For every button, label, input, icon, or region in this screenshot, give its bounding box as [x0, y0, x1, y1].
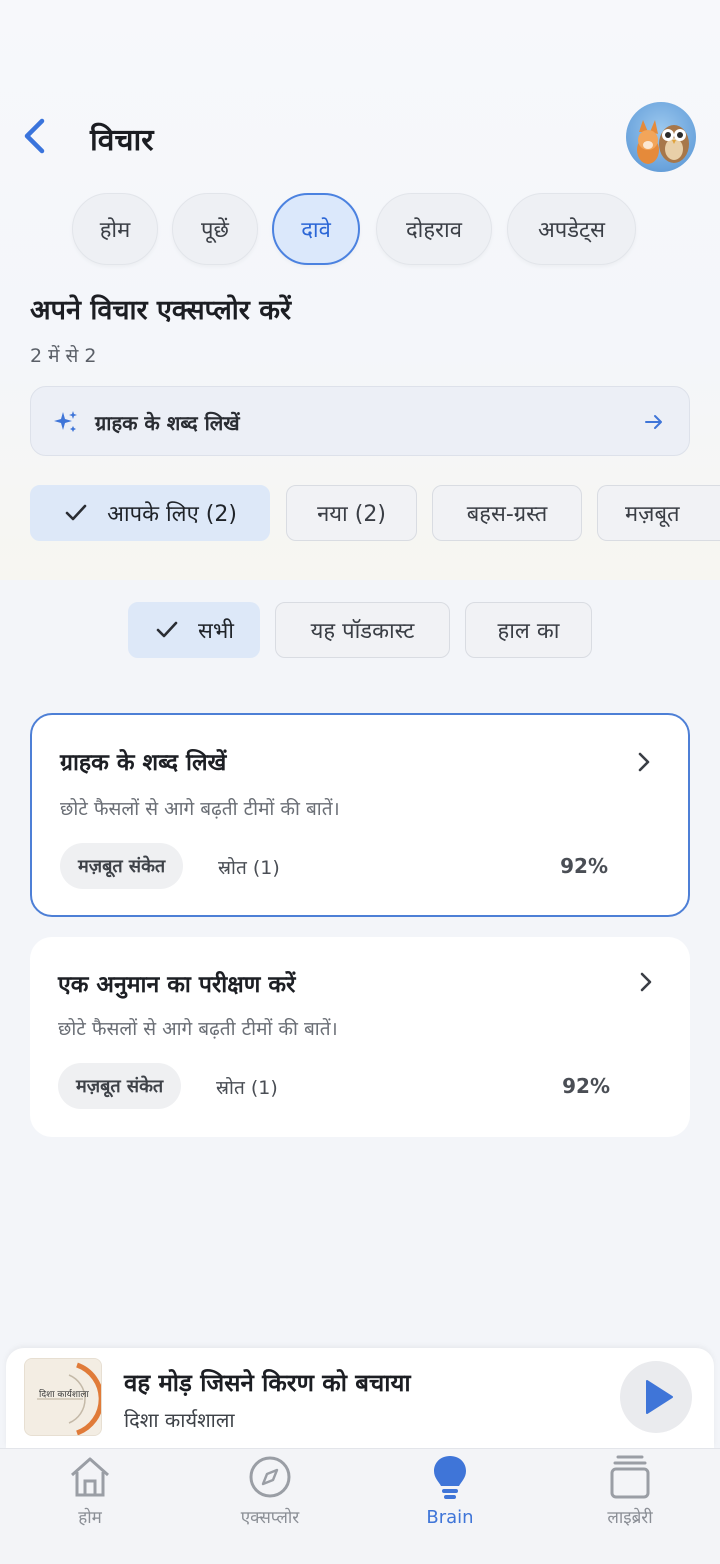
section-title: अपने विचार एक्सप्लोर करें [30, 295, 291, 326]
compass-icon [249, 1456, 291, 1498]
nav-explore-label: एक्सप्लोर [240, 1508, 300, 1528]
episode-cover: दिशा कार्यशाला [24, 1358, 102, 1436]
card-description: छोटे फैसलों से आगे बढ़ती टीमों की बातें। [58, 1018, 338, 1040]
source-link[interactable]: स्रोत (1) [218, 854, 280, 880]
filter-debated[interactable]: बहस-ग्रस्त [432, 485, 582, 541]
avatar-illustration [637, 120, 689, 164]
card-description: छोटे फैसलों से आगे बढ़ती टीमों की बातें। [60, 798, 340, 820]
nav-brain[interactable]: Brain [380, 1449, 520, 1549]
podcast-name: दिशा कार्यशाला [124, 1408, 235, 1432]
nav-home-label: होम [78, 1508, 102, 1528]
check-icon [65, 504, 87, 521]
cover-text: दिशा कार्यशाला [39, 1390, 89, 1400]
nav-library[interactable]: लाइब्रेरी [560, 1449, 700, 1549]
card-title: ग्राहक के शब्द लिखें [60, 750, 227, 776]
tab-home[interactable]: होम [72, 193, 158, 265]
play-icon [646, 1380, 673, 1414]
scope-recent[interactable]: हाल का [465, 602, 592, 658]
source-link[interactable]: स्रोत (1) [216, 1074, 278, 1100]
tab-review[interactable]: दोहराव [376, 193, 492, 265]
tab-claims[interactable]: दावे [272, 193, 360, 265]
play-button[interactable] [620, 1361, 692, 1433]
episode-title: वह मोड़ जिसने किरण को बचाया [124, 1369, 411, 1397]
idea-prompt-bar[interactable]: ग्राहक के शब्द लिखें [30, 386, 690, 456]
avatar[interactable] [626, 102, 696, 172]
tab-updates[interactable]: अपडेट्स [507, 193, 636, 265]
scope-all-label: सभी [197, 619, 235, 644]
home-icon [71, 1457, 109, 1497]
arrow-right-icon[interactable] [643, 411, 665, 433]
library-icon [610, 1455, 650, 1499]
tab-bar: होम पूछें दावे दोहराव अपडेट्स [0, 193, 720, 265]
nav-brain-label: Brain [426, 1507, 474, 1528]
card-title: एक अनुमान का परीक्षण करें [58, 972, 296, 998]
filter-new[interactable]: नया (2) [286, 485, 417, 541]
mini-player[interactable]: दिशा कार्यशाला वह मोड़ जिसने किरण को बचा… [6, 1348, 714, 1448]
signal-badge: मज़बूत संकेत [58, 1063, 182, 1109]
sparkle-icon [54, 411, 77, 432]
idea-card[interactable]: एक अनुमान का परीक्षण करें छोटे फैसलों से… [30, 937, 690, 1137]
back-arrow-icon[interactable] [20, 118, 50, 154]
result-count: 2 में से 2 [30, 345, 97, 367]
check-icon [156, 621, 178, 638]
page-title: विचार [90, 123, 154, 158]
chevron-right-icon [638, 752, 650, 772]
nav-library-label: लाइब्रेरी [607, 1508, 653, 1528]
idea-card[interactable]: ग्राहक के शब्द लिखें छोटे फैसलों से आगे … [30, 713, 690, 917]
filter-strong[interactable]: मज़बूत [597, 485, 720, 541]
filter-for-you-label: आपके लिए (2) [107, 502, 237, 527]
tab-ask[interactable]: पूछें [172, 193, 258, 265]
confidence-percent: 92% [560, 854, 608, 878]
lightbulb-icon [434, 1456, 466, 1499]
nav-home[interactable]: होम [20, 1449, 160, 1549]
scope-this-podcast[interactable]: यह पॉडकास्ट [275, 602, 450, 658]
header: विचार [0, 100, 720, 175]
signal-badge: मज़बूत संकेत [60, 843, 184, 889]
confidence-percent: 92% [562, 1074, 610, 1098]
chevron-right-icon [640, 972, 652, 992]
nav-explore[interactable]: एक्सप्लोर [200, 1449, 340, 1549]
scope-all[interactable]: सभी [128, 602, 260, 658]
filter-for-you[interactable]: आपके लिए (2) [30, 485, 270, 541]
idea-prompt-text: ग्राहक के शब्द लिखें [95, 411, 240, 435]
bottom-nav: होम एक्सप्लोर Brain लाइब्रेरी [0, 1448, 720, 1564]
